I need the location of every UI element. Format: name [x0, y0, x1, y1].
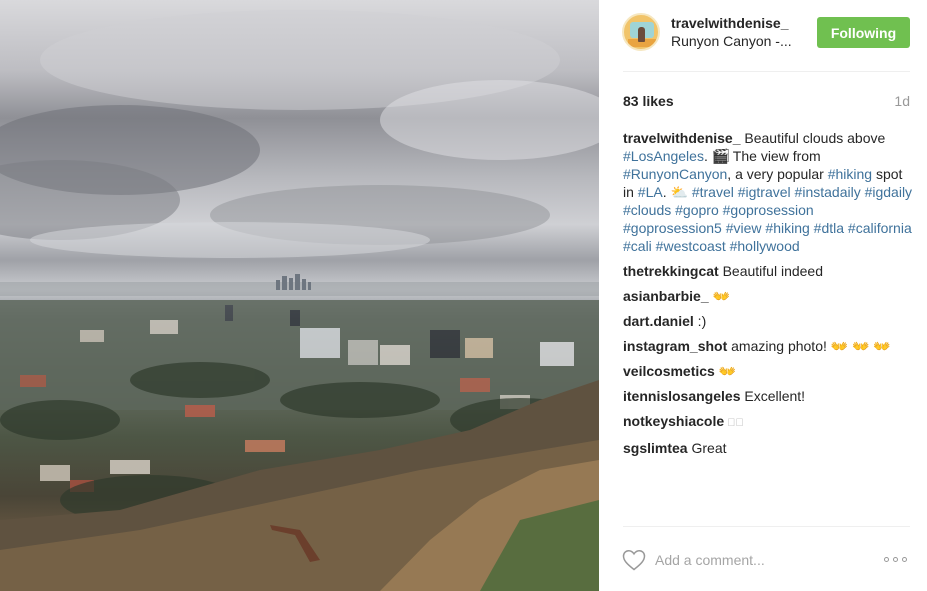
avatar[interactable] [622, 13, 660, 51]
comment-item: veilcosmetics 👐 [623, 362, 913, 380]
post-photo[interactable] [0, 0, 599, 591]
comment-item: itennislosangeles Excellent! [623, 387, 913, 405]
hashtag-link[interactable]: #LA [638, 184, 663, 200]
comment-text: amazing photo! 👐 👐 👐 [727, 338, 891, 354]
comment-item: sgslimtea Great [623, 439, 913, 457]
comment-text: Beautiful indeed [718, 263, 824, 279]
photo-scene [0, 10, 599, 591]
comment-author[interactable]: itennislosangeles [623, 388, 740, 404]
likes-count[interactable]: 83 likes [623, 93, 674, 109]
post-header: travelwithdenise_ Runyon Canyon -... Fol… [599, 0, 927, 72]
caption-text: Beautiful clouds above [740, 130, 886, 146]
following-button[interactable]: Following [817, 17, 910, 48]
more-options-icon[interactable] [882, 551, 910, 567]
post-username[interactable]: travelwithdenise_ [671, 15, 789, 31]
post-location[interactable]: Runyon Canyon -... [671, 33, 792, 49]
hashtag-link[interactable]: #RunyonCanyon [623, 166, 727, 182]
avatar-person [638, 27, 645, 42]
comment-author[interactable]: dart.daniel [623, 313, 694, 329]
comment-author[interactable]: notkeyshiacole [623, 413, 724, 429]
comment-author[interactable]: instagram_shot [623, 338, 727, 354]
caption-text: , a very popular [727, 166, 828, 182]
heart-icon[interactable] [622, 549, 646, 571]
comment-text: 👐 [714, 363, 737, 379]
add-comment-input[interactable] [655, 547, 875, 573]
comment-text: Excellent! [740, 388, 806, 404]
caption-text: . ⛅ [662, 184, 692, 200]
comment-text: ⃞⃞ [724, 417, 744, 429]
more-dot [884, 557, 889, 562]
comment-author[interactable]: thetrekkingcat [623, 263, 719, 279]
comment-item: notkeyshiacole ⃞⃞ [623, 412, 913, 432]
header-divider [623, 71, 910, 72]
comment-item: instagram_shot amazing photo! 👐 👐 👐 [623, 337, 913, 355]
comment-text: :) [693, 313, 707, 329]
comments-list: travelwithdenise_ Beautiful clouds above… [623, 129, 913, 464]
comment-text: Great [687, 440, 727, 456]
comment-author[interactable]: sgslimtea [623, 440, 688, 456]
hashtag-link[interactable]: #LosAngeles [623, 148, 704, 164]
comment-bar [599, 527, 927, 591]
comment-item: thetrekkingcat Beautiful indeed [623, 262, 913, 280]
post-time[interactable]: 1d [894, 93, 910, 109]
hashtag-link[interactable]: #hiking [828, 166, 872, 182]
comment-text: 👐 [708, 288, 730, 304]
caption-author[interactable]: travelwithdenise_ [623, 130, 741, 146]
comment-item: dart.daniel :) [623, 312, 913, 330]
comment-author[interactable]: asianbarbie_ [623, 288, 709, 304]
comment-item: asianbarbie_ 👐 [623, 287, 913, 305]
comment-author[interactable]: veilcosmetics [623, 363, 715, 379]
caption-text: . 🎬⃞ The view from [703, 148, 821, 164]
post-caption: travelwithdenise_ Beautiful clouds above… [623, 129, 913, 255]
more-dot [893, 557, 898, 562]
post-details-panel: travelwithdenise_ Runyon Canyon -... Fol… [599, 0, 927, 591]
more-dot [902, 557, 907, 562]
